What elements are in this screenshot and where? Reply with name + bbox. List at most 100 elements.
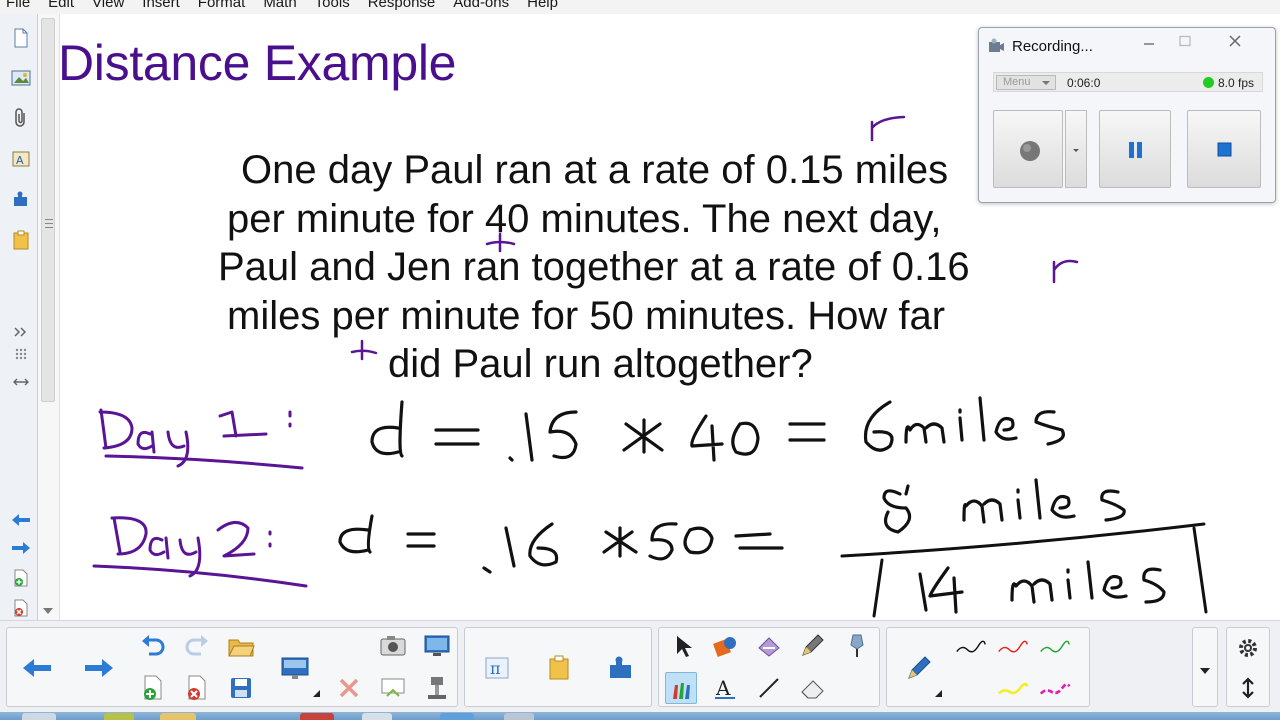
move-sidebar-icon[interactable] bbox=[9, 370, 33, 394]
eraser-tool-icon[interactable] bbox=[797, 672, 829, 704]
record-button[interactable] bbox=[993, 110, 1063, 188]
menu-add-ons[interactable]: Add-ons bbox=[444, 0, 518, 11]
menu-edit[interactable]: Edit bbox=[39, 0, 83, 11]
select-icon[interactable] bbox=[667, 630, 699, 662]
scrollbar-thumb[interactable] bbox=[41, 18, 55, 402]
record-icon bbox=[1020, 141, 1040, 161]
pause-button[interactable] bbox=[1099, 110, 1171, 188]
recorder-status-bar: Menu 0:06:0 8.0 fps bbox=[993, 72, 1263, 92]
page-title[interactable]: Distance Example bbox=[58, 34, 456, 92]
menu-math[interactable]: Math bbox=[254, 0, 305, 11]
display-icon[interactable] bbox=[421, 630, 453, 662]
taskbar-app-icon[interactable] bbox=[504, 713, 534, 720]
side-tab-bar: A bbox=[0, 14, 38, 620]
lesson-activity-icon[interactable] bbox=[9, 228, 33, 252]
taskbar-app-icon[interactable] bbox=[362, 713, 392, 720]
creative-pens-icon[interactable] bbox=[665, 672, 697, 704]
delete-icon[interactable] bbox=[333, 672, 365, 704]
problem-line-1[interactable]: One day Paul ran at a rate of 0.15 miles bbox=[241, 148, 948, 193]
recorder-menu-dropdown[interactable]: Menu bbox=[996, 75, 1056, 90]
recording-time: 0:06:0 bbox=[1067, 76, 1101, 90]
stop-button[interactable] bbox=[1187, 110, 1261, 188]
previous-page-side-icon[interactable] bbox=[9, 508, 33, 532]
toolbar-group-navigation bbox=[6, 627, 458, 707]
start-button[interactable] bbox=[22, 713, 56, 720]
highlighter-magenta-icon[interactable] bbox=[1039, 674, 1071, 706]
add-page-icon[interactable] bbox=[137, 672, 169, 704]
recorder-window[interactable]: Recording... Menu 0:06:0 8.0 fps bbox=[978, 27, 1276, 203]
math-icon[interactable]: π bbox=[481, 652, 513, 684]
menu-help[interactable]: Help bbox=[518, 0, 567, 11]
grip-icon[interactable] bbox=[9, 342, 33, 366]
menu-file[interactable]: File bbox=[0, 0, 39, 11]
maximize-button[interactable] bbox=[1163, 30, 1207, 52]
text-icon[interactable]: A bbox=[709, 672, 741, 704]
attachments-icon[interactable] bbox=[9, 106, 33, 130]
pen-red-icon[interactable] bbox=[997, 632, 1029, 664]
menu-bar: File Edit View Insert Format Math Tools … bbox=[0, 0, 1280, 14]
menu-insert[interactable]: Insert bbox=[133, 0, 189, 11]
collapse-icon[interactable] bbox=[9, 320, 33, 344]
recorder-title: Recording... bbox=[1012, 37, 1093, 55]
menu-response[interactable]: Response bbox=[359, 0, 445, 11]
pause-icon bbox=[1129, 142, 1142, 158]
menu-tools[interactable]: Tools bbox=[306, 0, 359, 11]
save-icon[interactable] bbox=[225, 672, 257, 704]
delete-page-icon[interactable] bbox=[181, 672, 213, 704]
taskbar-app-icon[interactable] bbox=[160, 713, 196, 720]
delete-page-side-icon[interactable] bbox=[9, 596, 33, 620]
toolbar-group-tools: A bbox=[658, 627, 880, 707]
scroll-down-icon[interactable] bbox=[43, 608, 53, 614]
screen-shade-options[interactable] bbox=[313, 690, 320, 697]
toolbar-expand[interactable] bbox=[1192, 627, 1218, 707]
add-page-side-icon[interactable] bbox=[9, 566, 33, 590]
toolbar-group-pen-presets bbox=[886, 627, 1090, 707]
document-camera-icon[interactable] bbox=[421, 672, 453, 704]
svg-text:π: π bbox=[490, 659, 501, 678]
move-toolbar-icon[interactable] bbox=[1232, 672, 1264, 704]
pen-icon[interactable] bbox=[797, 630, 829, 662]
menu-format[interactable]: Format bbox=[189, 0, 255, 11]
next-page-icon[interactable] bbox=[83, 652, 115, 684]
close-button[interactable] bbox=[1213, 30, 1257, 52]
pen-properties-options[interactable] bbox=[935, 690, 942, 697]
open-file-icon[interactable] bbox=[225, 630, 257, 662]
problem-line-4[interactable]: miles per minute for 50 minutes. How far bbox=[227, 294, 945, 339]
redo-icon[interactable] bbox=[181, 630, 213, 662]
add-ons-icon[interactable] bbox=[9, 188, 33, 212]
recorder-app-icon bbox=[989, 38, 1004, 52]
fill-icon[interactable] bbox=[709, 630, 741, 662]
screen-shade-icon[interactable] bbox=[279, 652, 311, 684]
recorder-titlebar: Recording... bbox=[987, 34, 1093, 58]
gallery-icon[interactable] bbox=[9, 66, 33, 90]
problem-line-3[interactable]: Paul and Jen ran together at a rate of 0… bbox=[218, 245, 970, 290]
menu-view[interactable]: View bbox=[83, 0, 133, 11]
stop-icon bbox=[1217, 142, 1232, 157]
recording-fps: 8.0 fps bbox=[1218, 76, 1255, 90]
previous-page-icon[interactable] bbox=[21, 652, 53, 684]
shape-recognition-icon[interactable] bbox=[753, 630, 785, 662]
next-page-side-icon[interactable] bbox=[9, 536, 33, 560]
lesson-activity-tool-icon[interactable] bbox=[543, 652, 575, 684]
vertical-scrollbar[interactable] bbox=[38, 14, 60, 620]
settings-icon[interactable] bbox=[1232, 632, 1264, 664]
pen-properties-icon[interactable] bbox=[903, 652, 935, 684]
magic-pen-icon[interactable] bbox=[841, 630, 873, 662]
properties-icon[interactable]: A bbox=[9, 147, 33, 171]
record-options-dropdown[interactable] bbox=[1065, 110, 1087, 188]
page-sorter-icon[interactable] bbox=[9, 26, 33, 50]
clear-page-icon[interactable] bbox=[377, 672, 409, 704]
screen-capture-icon[interactable] bbox=[377, 630, 409, 662]
add-ons-tool-icon[interactable] bbox=[605, 652, 637, 684]
problem-line-2[interactable]: per minute for 40 minutes. The next day, bbox=[227, 197, 941, 242]
problem-line-5[interactable]: did Paul run altogether? bbox=[388, 342, 813, 387]
pen-black-icon[interactable] bbox=[955, 632, 987, 664]
pen-green-icon[interactable] bbox=[1039, 632, 1071, 664]
undo-icon[interactable] bbox=[137, 630, 169, 662]
taskbar-app-icon[interactable] bbox=[104, 713, 134, 720]
line-icon[interactable] bbox=[753, 672, 785, 704]
taskbar-app-icon[interactable] bbox=[440, 713, 474, 720]
highlighter-yellow-icon[interactable] bbox=[997, 674, 1029, 706]
taskbar-app-icon[interactable] bbox=[300, 713, 334, 720]
maximize-icon bbox=[1179, 35, 1191, 47]
